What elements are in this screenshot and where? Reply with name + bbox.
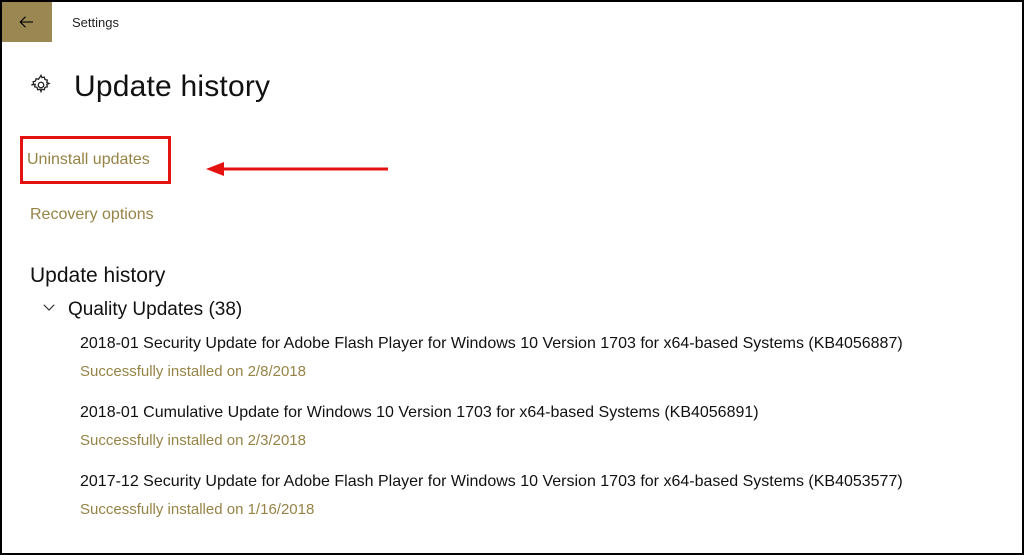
uninstall-highlight-annotation: Uninstall updates	[20, 136, 171, 184]
update-status: Successfully installed on 1/16/2018	[80, 501, 1022, 518]
gear-icon	[30, 74, 52, 101]
update-item: 2017-12 Security Update for Adobe Flash …	[80, 473, 1022, 518]
recovery-options-link[interactable]: Recovery options	[30, 206, 1022, 224]
update-status: Successfully installed on 2/8/2018	[80, 363, 1022, 380]
titlebar: Settings	[2, 2, 1022, 42]
page-title: Update history	[74, 70, 270, 104]
section-heading: Update history	[30, 264, 1022, 288]
chevron-down-icon	[40, 298, 58, 321]
back-arrow-icon	[18, 13, 36, 31]
app-title: Settings	[72, 15, 119, 30]
update-title: 2018-01 Cumulative Update for Windows 10…	[80, 404, 1022, 422]
update-title: 2018-01 Security Update for Adobe Flash …	[80, 335, 1022, 353]
group-name: Quality Updates	[68, 299, 203, 320]
uninstall-updates-link[interactable]: Uninstall updates	[27, 151, 150, 169]
update-title: 2017-12 Security Update for Adobe Flash …	[80, 473, 1022, 491]
group-title: Quality Updates (38)	[68, 299, 242, 321]
back-button[interactable]	[2, 2, 52, 42]
update-item: 2018-01 Security Update for Adobe Flash …	[80, 335, 1022, 380]
link-list: Uninstall updates Recovery options	[30, 136, 1022, 224]
updates-list: 2018-01 Security Update for Adobe Flash …	[30, 335, 1022, 518]
update-item: 2018-01 Cumulative Update for Windows 10…	[80, 404, 1022, 449]
group-header[interactable]: Quality Updates (38)	[30, 298, 1022, 321]
annotation-arrow-icon	[198, 157, 398, 181]
group-count: (38)	[208, 299, 242, 320]
content-area: Update history Uninstall updates Recover…	[2, 42, 1022, 518]
page-heading-row: Update history	[30, 70, 1022, 104]
update-status: Successfully installed on 2/3/2018	[80, 432, 1022, 449]
